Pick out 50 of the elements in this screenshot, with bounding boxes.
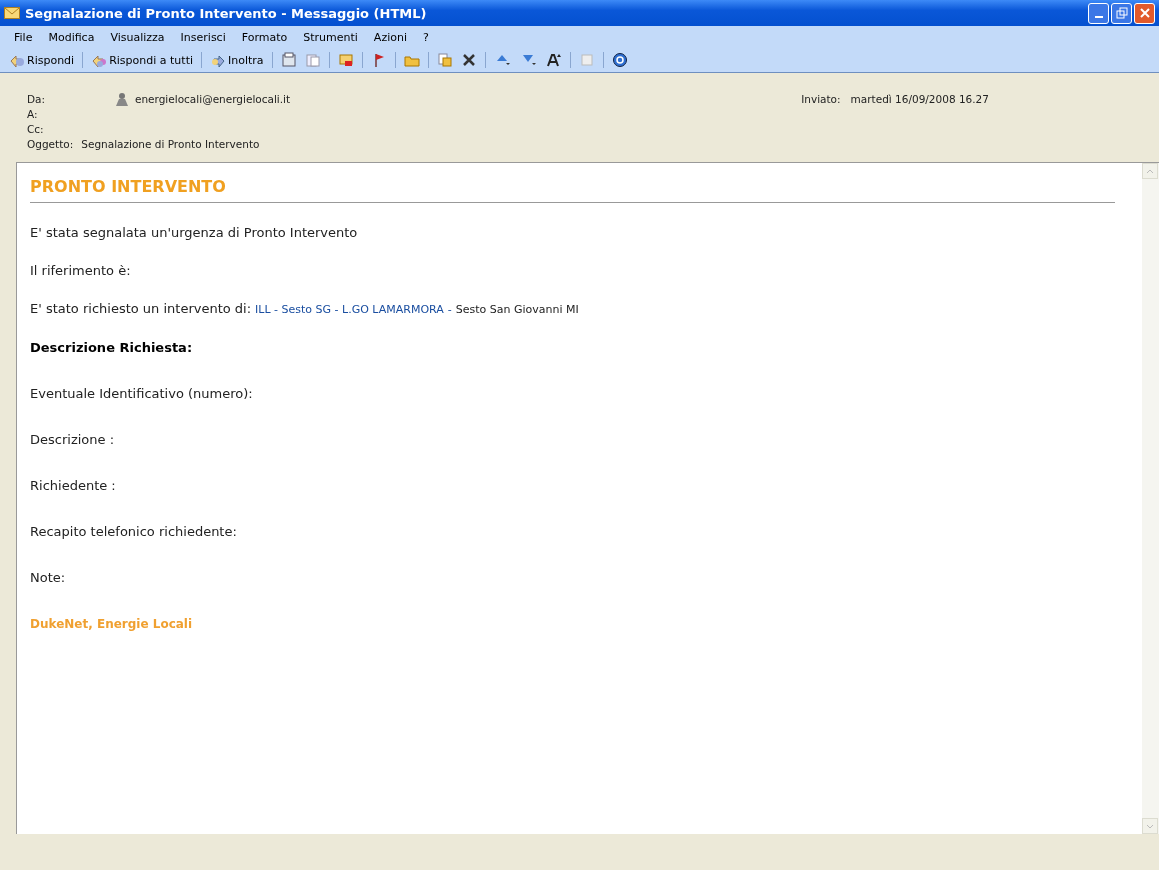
field-label: Da: [27,92,47,105]
field-label: Oggetto: [27,137,74,150]
toolbar-glyph-icon [304,52,321,68]
menu-item[interactable]: Modifica [40,30,103,44]
restore-icon [1115,7,1128,19]
menu-item[interactable]: Azioni [365,30,415,44]
envelope-icon [4,7,20,19]
body-text: E' stata segnalata un'urgenza di Pronto Intervento [30,225,359,241]
field-label: Richiedente : [30,478,117,494]
toolbar-button[interactable]: Rispondi a tutti [88,51,196,69]
toolbar-glyph-icon [460,52,477,68]
minimize-icon [1094,16,1103,18]
subject-text: Segnalazione di Pronto Intervento [81,137,260,150]
close-icon [1139,7,1150,19]
menu-item[interactable]: Visualizza [102,30,173,44]
field-label: Cc: [27,122,45,135]
toolbar-glyph-icon [611,52,628,68]
toolbar-glyph-icon [436,52,453,68]
body-text: E' stato richiesto un intervento di: [30,301,252,316]
dash-text: - [447,303,452,316]
person-icon [115,91,129,106]
location-link[interactable]: ILL - Sesto SG - L.GO LAMARMORA [255,303,444,316]
menu-item[interactable]: ? [415,30,437,44]
close-button[interactable] [1134,2,1155,24]
sender-address: energielocali@energielocali.it [135,92,291,105]
toolbar-glyph-icon [578,52,595,68]
field-label: A: [27,107,39,120]
toolbar-button[interactable]: Rispondi [6,51,78,69]
toolbar-glyph-icon [280,52,297,68]
message-heading: PRONTO INTERVENTO [30,177,1115,203]
minimize-button[interactable] [1088,2,1109,24]
field-label: Note: [30,570,67,586]
menu-item[interactable]: Strumenti [295,30,366,44]
signature: DukeNet, Energie Locali [30,616,194,632]
field-label: Inviato: [801,92,841,105]
toolbar-button[interactable]: Inoltra [207,51,267,69]
field-label: Recapito telefonico richiedente: [30,524,238,540]
field-label: Eventuale Identificativo (numero): [30,386,254,402]
section-heading: Descrizione Richiesta: [30,340,194,356]
window-title: Segnalazione di Pronto Intervento - Messaggio (HTML) [25,5,428,21]
toolbar-glyph-icon [337,52,354,68]
field-label: Descrizione : [30,432,116,448]
restore-button[interactable] [1111,2,1132,24]
menu-item[interactable]: Inserisci [172,30,234,44]
place-text: Sesto San Giovanni MI [455,303,579,316]
menu-item[interactable]: File [6,30,41,44]
menu-item[interactable]: Formato [233,30,296,44]
body-text: Il riferimento è: [30,263,132,279]
sent-date: martedì 16/09/2008 16.27 [850,92,989,105]
toolbar-glyph-icon [545,52,562,68]
